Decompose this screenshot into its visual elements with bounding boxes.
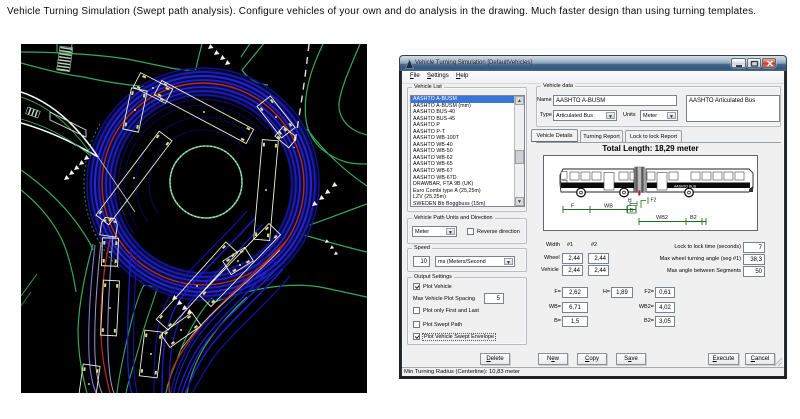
svg-text:B: B	[630, 208, 634, 214]
svg-text:WB2: WB2	[656, 215, 668, 221]
svg-text:F2: F2	[651, 198, 657, 204]
svg-text:AASHTO BUS: AASHTO BUS	[674, 184, 697, 188]
svg-text:F: F	[571, 204, 575, 210]
svg-text:WB: WB	[604, 204, 613, 210]
svg-text:B2: B2	[690, 215, 697, 221]
